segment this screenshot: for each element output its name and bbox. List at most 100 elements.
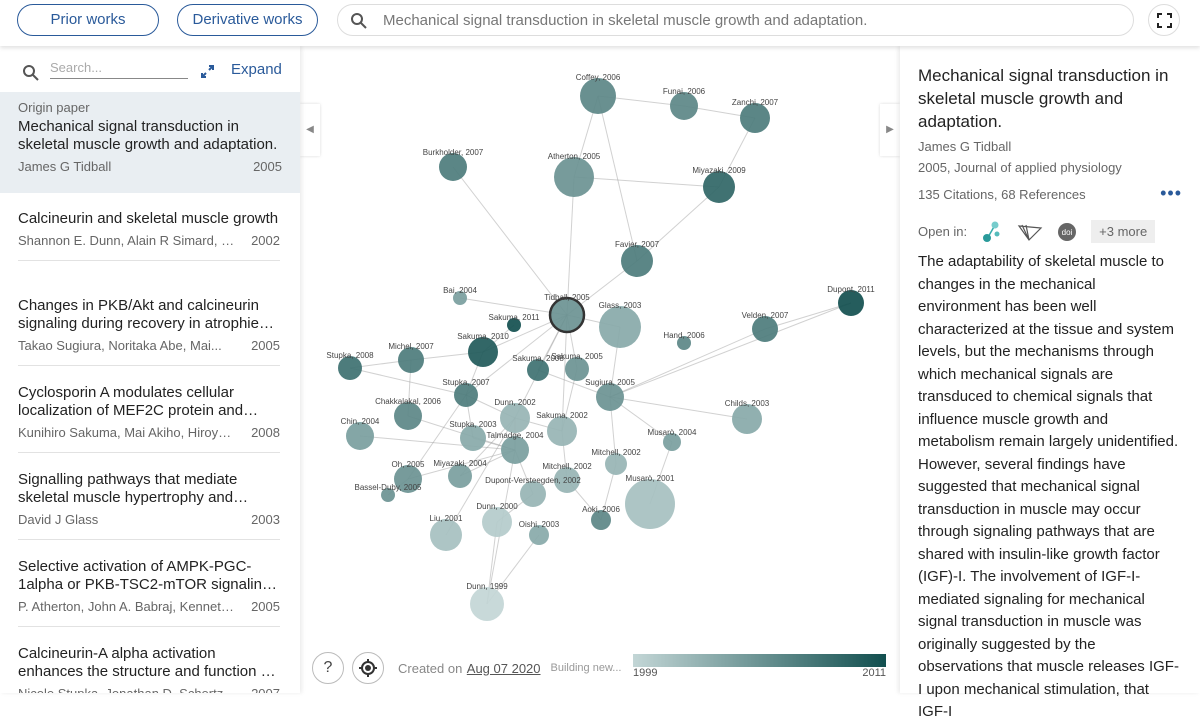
graph-node[interactable]: Burkholder, 2007 [423,148,484,181]
graph-node[interactable]: Favier, 2007 [615,240,660,277]
recenter-button[interactable] [352,652,384,684]
node-label: Chin, 2004 [341,417,380,426]
node-circle[interactable] [670,92,698,120]
paper-list-item[interactable]: Calcineurin and skeletal muscle growth Sh… [18,193,280,261]
derivative-works-button[interactable]: Derivative works [177,4,318,36]
details-title: Mechanical signal transduction in skelet… [918,66,1169,131]
expand-button[interactable]: Expand [231,61,282,78]
search-input[interactable]: Mechanical signal transduction in skelet… [337,4,1134,36]
graph-node[interactable]: Chin, 2004 [341,417,380,450]
node-circle[interactable] [621,245,653,277]
node-label: Dunn, 1999 [466,582,508,591]
node-circle[interactable] [548,296,586,334]
node-circle[interactable] [740,103,770,133]
graph-node[interactable]: Dupont, 2011 [827,285,875,316]
more-options-icon[interactable]: ••• [1160,183,1182,204]
pubmed-icon[interactable] [1017,222,1043,242]
graph-node[interactable]: Sakuma, 2002 [536,411,588,446]
node-label: Zanchi, 2007 [732,98,779,107]
node-circle[interactable] [703,171,735,203]
node-circle[interactable] [346,422,374,450]
semantic-scholar-icon[interactable] [981,221,1003,243]
collapse-right-button[interactable]: ▶ [880,104,900,156]
paper-list-item[interactable]: Cyclosporin A modulates cellular localiz… [18,367,280,453]
details-authors[interactable]: James G Tidball [918,139,1182,154]
graph-node[interactable]: Sakuma, 2011 [489,313,541,332]
graph-node[interactable]: Funai, 2006 [663,87,706,120]
open-in-label: Open in: [918,224,968,239]
paper-list-item[interactable]: Calcineurin-A alpha activation enhances … [18,628,280,693]
graph-node[interactable]: Oishi, 2003 [519,520,560,545]
graph-node[interactable]: Bai, 2004 [443,286,477,305]
graph-node[interactable]: Musarò, 2001 [625,474,675,529]
node-circle[interactable] [732,404,762,434]
node-circle[interactable] [500,403,530,433]
graph-node[interactable]: Sugiura, 2005 [585,378,635,411]
year-color-legend: 1999 2011 [633,654,886,679]
graph-node[interactable]: Dunn, 1999 [466,582,508,621]
expand-icon[interactable] [201,65,214,78]
list-search-input[interactable]: Search... [50,60,188,79]
graph-node[interactable]: Bassel-Duby, 2005 [355,483,423,502]
node-label: Talmadge, 2004 [487,431,544,440]
building-status[interactable]: Building new... [551,662,622,674]
paper-list-item[interactable]: Selective activation of AMPK-PGC-1alpha … [18,541,280,627]
graph-node[interactable]: Coffey, 2006 [576,73,621,114]
graph-node[interactable]: Sakuma, 2005 [551,352,603,381]
origin-paper[interactable]: Origin paper Mechanical signal transduct… [0,92,300,193]
prior-works-button[interactable]: Prior works [17,4,159,36]
node-circle[interactable] [547,416,577,446]
graph-footer: ? Created on Aug 07 2020 Building new... [312,652,621,684]
graph-node[interactable]: Michel, 2007 [388,342,434,373]
graph-node[interactable]: Tidball, 2005 [544,293,590,334]
node-circle[interactable] [625,479,675,529]
node-circle[interactable] [430,519,462,551]
node-circle[interactable] [596,383,624,411]
graph-node[interactable]: Liu, 2001 [430,514,463,551]
node-label: Michel, 2007 [388,342,434,351]
node-label: Bai, 2004 [443,286,477,295]
graph-node[interactable]: Dunn, 2002 [494,398,536,433]
node-label: Dunn, 2000 [476,502,518,511]
node-label: Burkholder, 2007 [423,148,484,157]
paper-year: 2008 [251,425,280,440]
node-circle[interactable] [580,78,616,114]
graph-node[interactable]: Aoki, 2006 [582,505,620,530]
details-counts: 135 Citations, 68 References [918,187,1086,202]
node-circle[interactable] [501,436,529,464]
created-date-link[interactable]: Aug 07 2020 [467,661,541,676]
node-label: Glass, 2003 [599,301,642,310]
graph-node[interactable]: Hand, 2006 [663,331,705,350]
paper-title: Calcineurin-A alpha activation enhances … [18,645,274,680]
search-icon [23,65,39,81]
node-circle[interactable] [394,402,422,430]
doi-icon[interactable]: doi [1057,222,1077,242]
collapse-left-button[interactable]: ◀ [300,104,320,156]
graph-node[interactable]: Miyazaki, 2009 [692,166,746,203]
graph-canvas[interactable]: Coffey, 2006 Funai, 2006 Zanchi, 2007 Burkh… [300,46,900,693]
paper-list-item[interactable]: Signalling pathways that mediate skeleta… [18,454,280,540]
graph-node[interactable]: Atherton, 2005 [548,152,601,197]
fullscreen-button[interactable] [1148,4,1180,36]
graph-node[interactable]: Mitchell, 2002 [591,448,641,475]
node-circle[interactable] [468,337,498,367]
node-circle[interactable] [439,153,467,181]
graph-node[interactable]: Musarò, 2004 [648,428,697,451]
node-circle[interactable] [554,157,594,197]
more-sources-button[interactable]: +3 more [1091,220,1156,243]
graph-edge [636,186,720,262]
help-button[interactable]: ? [312,652,344,684]
node-circle[interactable] [482,507,512,537]
node-label: Liu, 2001 [430,514,463,523]
node-circle[interactable] [470,587,504,621]
node-label: Stupka, 2003 [449,420,497,429]
graph-node[interactable]: Velden, 2007 [742,311,789,342]
graph-node[interactable]: Chakkalakal, 2006 [375,397,441,430]
graph-node[interactable]: Dunn, 2000 [476,502,518,537]
node-label: Chakkalakal, 2006 [375,397,441,406]
graph-node[interactable]: Miyazaki, 2004 [433,459,487,488]
paper-list-item[interactable]: Changes in PKB/Akt and calcineurin signa… [18,280,280,366]
graph-node[interactable]: Sakuma, 2010 [457,332,509,367]
graph-node[interactable]: Glass, 2003 [599,301,642,348]
node-circle[interactable] [599,306,641,348]
